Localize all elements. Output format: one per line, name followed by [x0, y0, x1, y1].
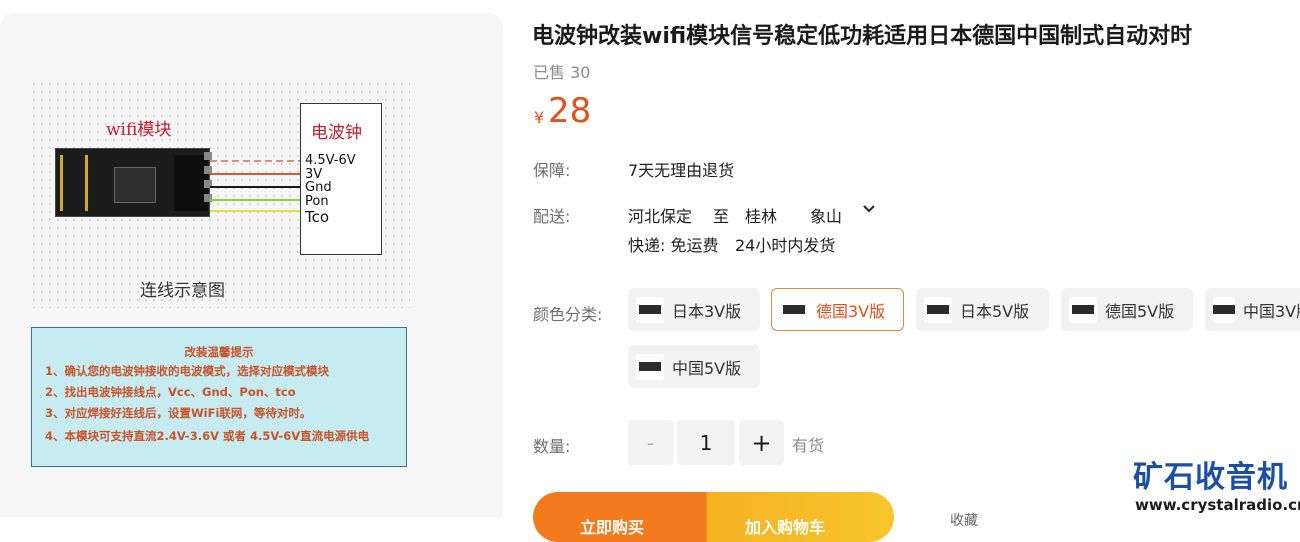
add-to-cart-button[interactable]: 加入购物车 [745, 514, 825, 538]
wire-gnd [210, 186, 302, 188]
watermark-url: www.crystalradio.cn [1135, 496, 1300, 514]
option-thumbnail [1213, 296, 1235, 323]
wire-tco [210, 210, 302, 212]
chevron-down-icon[interactable] [862, 202, 876, 216]
tips-box: 改装温馨提示 1、确认您的电波钟接收的电波模式，选择对应模式模块 2、找出电波钟… [31, 327, 407, 467]
pin-label-pon: Pon [305, 194, 329, 209]
antenna-trace [60, 155, 88, 211]
color-option[interactable]: 中国3V版 [1205, 288, 1300, 331]
option-thumbnail [636, 296, 664, 323]
color-option-label: 日本3V版 [672, 301, 742, 321]
pin-label-tco: Tco [305, 208, 330, 226]
option-thumbnail [636, 353, 664, 380]
dispatch-time: 24小时内发货 [735, 236, 836, 255]
module-chip [114, 167, 156, 203]
quantity-minus-button[interactable]: - [628, 420, 673, 465]
tip-line: 3、对应焊接好连线后，设置WiFi联网，等待对时。 [45, 406, 312, 420]
tip-line: 2、找出电波钟接线点，Vcc、Gnd、Pon、tco [45, 385, 296, 399]
quantity-plus-button[interactable]: + [739, 420, 784, 465]
pin-label-gnd: Gnd [305, 180, 332, 195]
delivery-district[interactable]: 象山 [810, 203, 842, 227]
tips-title: 改装温馨提示 [184, 345, 254, 359]
delivery-city[interactable]: 桂林 [745, 203, 777, 227]
color-option-label: 中国5V版 [672, 358, 742, 378]
tip-line: 1、确认您的电波钟接收的电波模式，选择对应模式模块 [45, 364, 329, 378]
color-option[interactable]: 日本5V版 [916, 288, 1049, 331]
buy-now-button[interactable]: 立即购买 [580, 514, 644, 538]
stock-status: 有货 [792, 436, 825, 455]
guarantee-value: 7天无理由退货 [628, 161, 735, 180]
sold-count: 已售 30 [533, 63, 591, 82]
color-label: 颜色分类: [533, 305, 603, 324]
price-currency: ¥ [534, 108, 545, 127]
option-thumbnail [1069, 296, 1097, 323]
wire-pon [210, 199, 302, 201]
favorite-button[interactable]: 收藏 [950, 510, 978, 530]
delivery-label: 配送: [533, 207, 571, 226]
wire-3v [210, 173, 302, 175]
radio-clock-label: 电波钟 [311, 123, 362, 143]
wifi-module-board [55, 148, 210, 217]
color-option-label: 德国3V版 [816, 301, 886, 321]
watermark-logo: 矿石收音机 [1133, 460, 1288, 495]
color-option-selected[interactable]: 德国3V版 [771, 288, 904, 331]
delivery-from: 河北保定 [628, 207, 693, 226]
color-option[interactable]: 日本3V版 [628, 288, 760, 331]
product-title: 电波钟改装wifi模块信号稳定低功耗适用日本德国中国制式自动对时 [532, 24, 1193, 49]
color-option-label: 日本5V版 [960, 301, 1030, 321]
quantity-label: 数量: [533, 437, 571, 456]
pin [204, 152, 212, 160]
delivery-to-word: 至 [713, 207, 730, 226]
color-option-label: 中国3V版 [1243, 301, 1300, 321]
pin-label-5v: 4.5V-6V [305, 153, 356, 168]
option-thumbnail [780, 296, 808, 323]
tip-line: 4、本模块可支持直流2.4V-3.6V 或者 4.5V-6V直流电源供电 [45, 429, 370, 443]
wire-5v [210, 160, 302, 162]
wifi-module-label: wifi模块 [106, 120, 172, 140]
price: 28 [548, 91, 592, 131]
quantity-input[interactable]: 1 [677, 420, 735, 465]
color-option-label: 德国5V版 [1105, 301, 1175, 321]
option-thumbnail [924, 296, 952, 323]
shipping-fee: 快递: 免运费 [628, 236, 719, 255]
diagram-caption: 连线示意图 [140, 281, 225, 301]
pin-header [174, 155, 208, 211]
guarantee-label: 保障: [533, 161, 571, 180]
color-option[interactable]: 中国5V版 [628, 345, 760, 388]
color-option[interactable]: 德国5V版 [1061, 288, 1193, 331]
